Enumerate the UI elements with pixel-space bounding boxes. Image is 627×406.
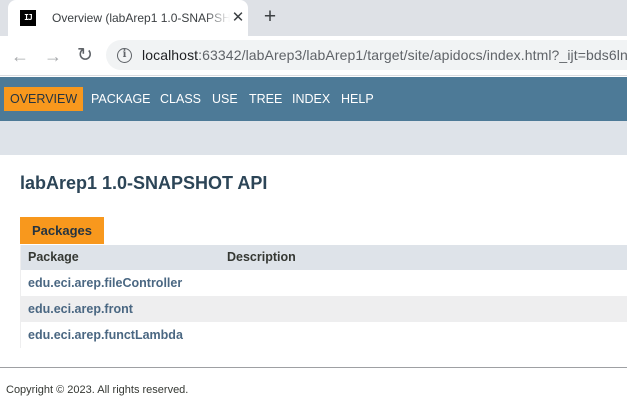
back-arrow-icon[interactable]: ← <box>7 43 33 69</box>
table-row: edu.eci.arep.functLambda <box>21 322 627 348</box>
url-path: :63342/labArep3/labArep1/target/site/api… <box>198 47 627 63</box>
new-tab-icon[interactable]: + <box>258 5 282 29</box>
table-row: edu.eci.arep.fileController <box>21 270 627 296</box>
page-title: labArep1 1.0-SNAPSHOT API <box>20 173 268 193</box>
nav-package[interactable]: Package <box>91 87 151 111</box>
reload-icon[interactable]: ↻ <box>72 43 98 69</box>
javadoc-top-nav: Overview Package Class Use Tree Index He… <box>0 77 627 121</box>
forward-arrow-icon[interactable]: → <box>40 43 66 69</box>
url-host: localhost <box>142 47 199 63</box>
browser-tab-title: Overview (labArep1 1.0-SNAPSHOT API) <box>52 11 230 25</box>
packages-table: Package Description edu.eci.arep.fileCon… <box>20 245 627 348</box>
nav-help[interactable]: Help <box>341 87 374 111</box>
intellij-favicon-icon: IJ <box>20 10 36 26</box>
browser-toolbar: ← → ↻ i localhost:63342/labArep3/labArep… <box>0 36 627 76</box>
javadoc-sub-nav <box>0 121 627 155</box>
package-link-filecontroller[interactable]: edu.eci.arep.fileController <box>28 270 182 296</box>
packages-caption-tab[interactable]: Packages <box>20 217 104 244</box>
close-tab-icon[interactable]: ✕ <box>229 9 247 27</box>
site-info-icon[interactable]: i <box>117 47 132 63</box>
package-link-functlambda[interactable]: edu.eci.arep.functLambda <box>28 322 183 348</box>
address-url[interactable]: localhost:63342/labArep3/labArep1/target… <box>142 47 627 63</box>
nav-class[interactable]: Class <box>160 87 201 111</box>
package-link-front[interactable]: edu.eci.arep.front <box>28 296 133 322</box>
table-row: edu.eci.arep.front <box>21 296 627 322</box>
browser-tab[interactable]: IJ Overview (labArep1 1.0-SNAPSHOT API) … <box>8 0 248 36</box>
table-header-row: Package Description <box>21 245 627 270</box>
browser-tab-strip: IJ Overview (labArep1 1.0-SNAPSHOT API) … <box>0 0 627 36</box>
column-header-description: Description <box>227 250 296 264</box>
nav-use[interactable]: Use <box>212 87 238 111</box>
nav-overview[interactable]: Overview <box>4 87 84 111</box>
nav-tree[interactable]: Tree <box>249 87 282 111</box>
nav-index[interactable]: Index <box>292 87 330 111</box>
footer-divider <box>0 367 627 368</box>
copyright-text: Copyright © 2023. All rights reserved. <box>6 384 189 396</box>
column-header-package: Package <box>28 250 79 264</box>
address-bar[interactable]: i localhost:63342/labArep3/labArep1/targ… <box>106 40 627 70</box>
